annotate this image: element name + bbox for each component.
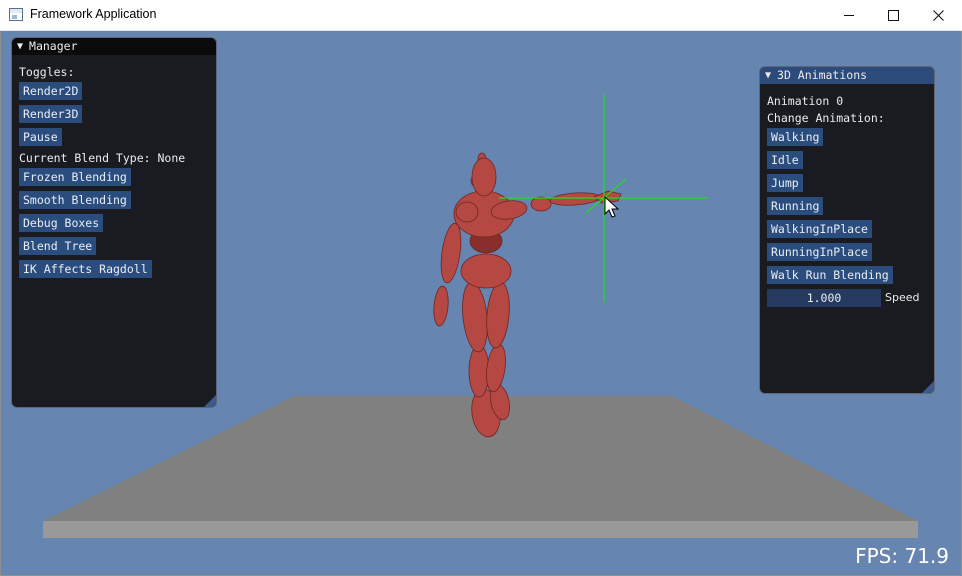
- title-bar: Framework Application: [0, 0, 962, 31]
- running-in-place-button[interactable]: RunningInPlace: [767, 243, 872, 261]
- smooth-blending-button[interactable]: Smooth Blending: [19, 191, 131, 209]
- close-button[interactable]: [915, 0, 961, 30]
- ik-affects-ragdoll-button[interactable]: IK Affects Ragdoll: [19, 260, 152, 278]
- blend-tree-button[interactable]: Blend Tree: [19, 237, 97, 255]
- speed-input[interactable]: 1.000: [767, 289, 881, 307]
- ik-target-gizmo: [499, 94, 708, 302]
- close-icon: [932, 9, 944, 21]
- floor-front-edge: [43, 521, 918, 538]
- maximize-button[interactable]: [870, 0, 916, 30]
- collapse-triangle-icon[interactable]: ▼: [17, 38, 23, 55]
- pause-button[interactable]: Pause: [19, 128, 62, 146]
- current-animation-label: Animation 0: [767, 94, 844, 108]
- resize-grip[interactable]: [922, 381, 934, 393]
- window-title: Framework Application: [30, 7, 157, 21]
- frozen-blending-button[interactable]: Frozen Blending: [19, 168, 131, 186]
- manager-panel-title: Manager: [29, 39, 78, 53]
- app-window-icon: [9, 8, 23, 21]
- animations-panel[interactable]: ▼ 3D Animations Animation 0 Change Anima…: [759, 66, 935, 394]
- render2d-button[interactable]: Render2D: [19, 82, 83, 100]
- animations-panel-title: 3D Animations: [777, 68, 868, 82]
- debug-boxes-button[interactable]: Debug Boxes: [19, 214, 104, 232]
- maximize-icon: [887, 9, 899, 21]
- animations-panel-header[interactable]: ▼ 3D Animations: [760, 67, 934, 84]
- minimize-icon: [843, 14, 854, 16]
- render-viewport[interactable]: ▼ Manager Toggles: Render2D Render3D Pau…: [1, 31, 961, 575]
- minimize-button[interactable]: [826, 0, 872, 30]
- ragdoll-character: [433, 152, 622, 438]
- toggles-label: Toggles:: [19, 65, 75, 79]
- running-button[interactable]: Running: [767, 197, 824, 215]
- manager-panel[interactable]: ▼ Manager Toggles: Render2D Render3D Pau…: [11, 37, 217, 408]
- collapse-triangle-icon[interactable]: ▼: [765, 67, 771, 84]
- walking-in-place-button[interactable]: WalkingInPlace: [767, 220, 872, 238]
- speed-label: Speed: [885, 291, 920, 304]
- blend-type-label: Current Blend Type: None: [19, 151, 186, 165]
- idle-button[interactable]: Idle: [767, 151, 803, 169]
- fps-counter: FPS: 71.9: [855, 544, 949, 568]
- walking-button[interactable]: Walking: [767, 128, 824, 146]
- manager-panel-header[interactable]: ▼ Manager: [12, 38, 216, 55]
- window-border-left: [0, 31, 1, 576]
- resize-grip[interactable]: [204, 395, 216, 407]
- render3d-button[interactable]: Render3D: [19, 105, 83, 123]
- walk-run-blending-button[interactable]: Walk Run Blending: [767, 266, 893, 284]
- change-animation-label: Change Animation:: [767, 111, 885, 125]
- jump-button[interactable]: Jump: [767, 174, 803, 192]
